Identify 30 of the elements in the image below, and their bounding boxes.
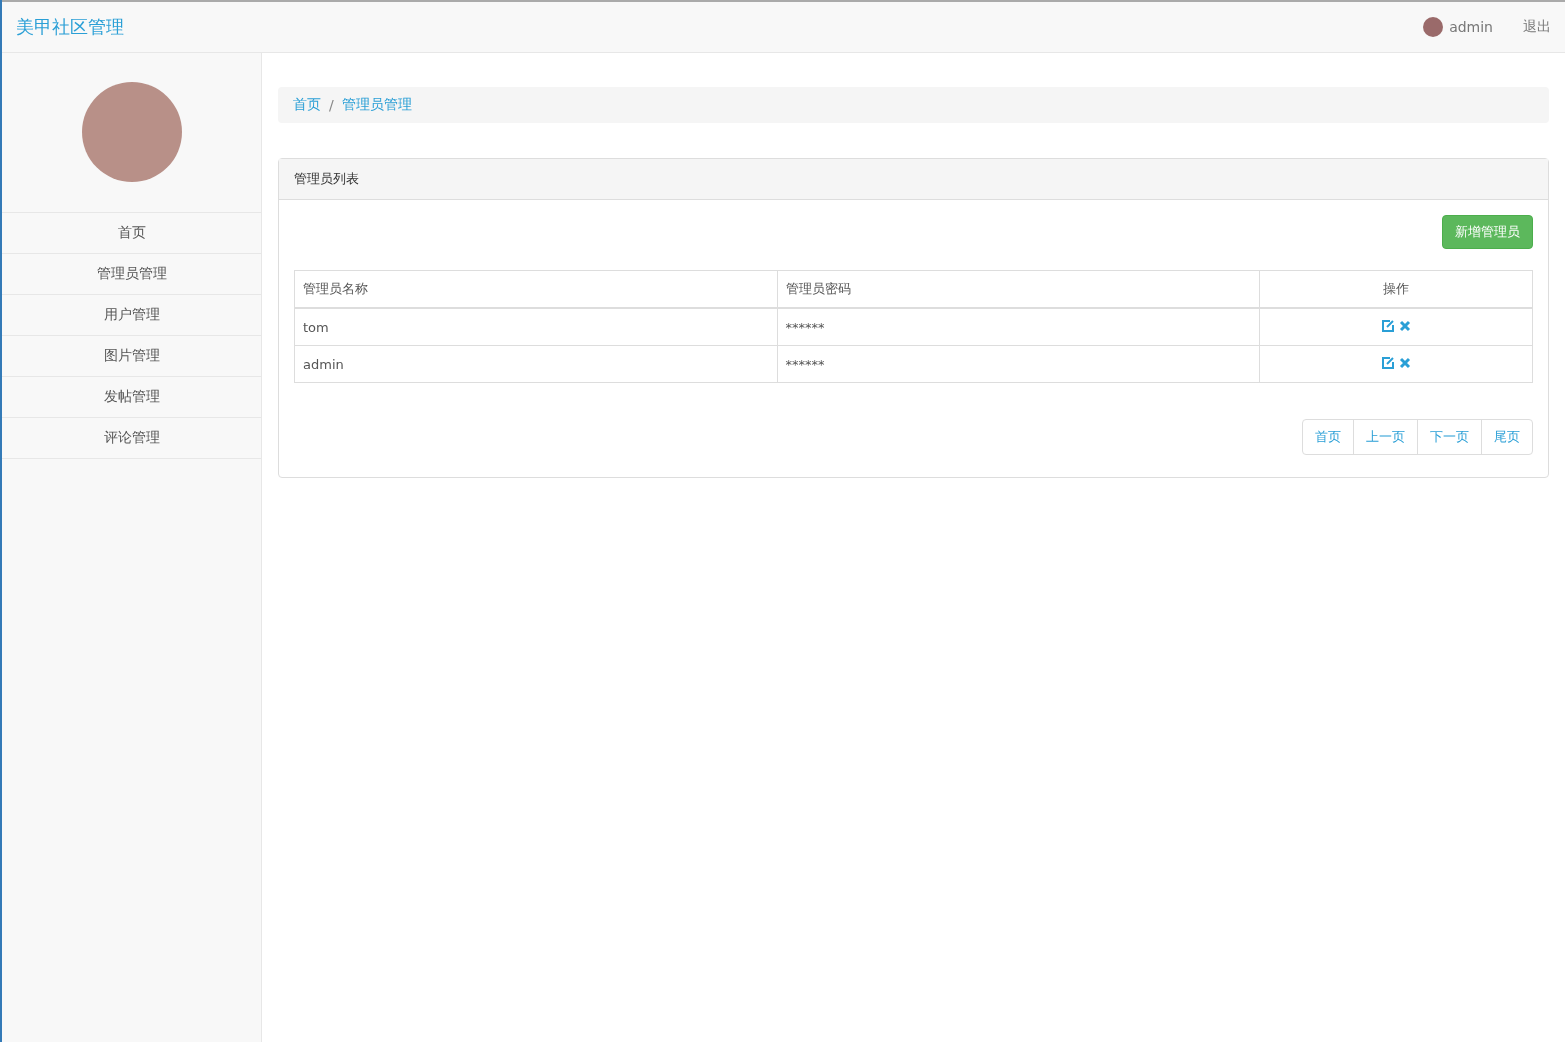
delete-icon[interactable] xyxy=(1399,319,1411,332)
sidebar-item[interactable]: 图片管理 xyxy=(2,335,261,376)
delete-icon[interactable] xyxy=(1399,356,1411,369)
username-link[interactable]: admin xyxy=(1449,19,1493,35)
table-cell: ****** xyxy=(777,308,1260,346)
user-avatar xyxy=(1423,17,1444,37)
pagination-link[interactable]: 首页 xyxy=(1302,419,1354,455)
add-admin-button[interactable]: 新增管理员 xyxy=(1442,215,1533,249)
pagination-link[interactable]: 上一页 xyxy=(1353,419,1418,455)
edit-icon[interactable] xyxy=(1381,318,1395,333)
breadcrumb-separator: / xyxy=(329,97,334,113)
table-cell: tom xyxy=(294,308,777,346)
sidebar-item[interactable]: 发帖管理 xyxy=(2,376,261,417)
sidebar-item[interactable]: 首页 xyxy=(2,212,261,253)
sidebar-item[interactable]: 管理员管理 xyxy=(2,253,261,294)
panel-title: 管理员列表 xyxy=(294,170,359,188)
column-header: 管理员密码 xyxy=(777,270,1260,308)
edit-icon[interactable] xyxy=(1381,355,1395,370)
column-header: 管理员名称 xyxy=(294,270,777,308)
column-header: 操作 xyxy=(1259,270,1533,308)
pagination-link[interactable]: 尾页 xyxy=(1481,419,1533,455)
table-cell: ****** xyxy=(777,345,1260,383)
breadcrumb-link[interactable]: 首页 xyxy=(293,96,321,114)
logout-link[interactable]: 退出 xyxy=(1523,18,1551,36)
brand-title[interactable]: 美甲社区管理 xyxy=(16,15,124,39)
breadcrumb-link[interactable]: 管理员管理 xyxy=(341,96,412,114)
pagination-link[interactable]: 下一页 xyxy=(1417,419,1482,455)
sidebar-item[interactable]: 评论管理 xyxy=(2,417,261,459)
sidebar-item[interactable]: 用户管理 xyxy=(2,294,261,335)
table-cell: admin xyxy=(294,345,777,383)
